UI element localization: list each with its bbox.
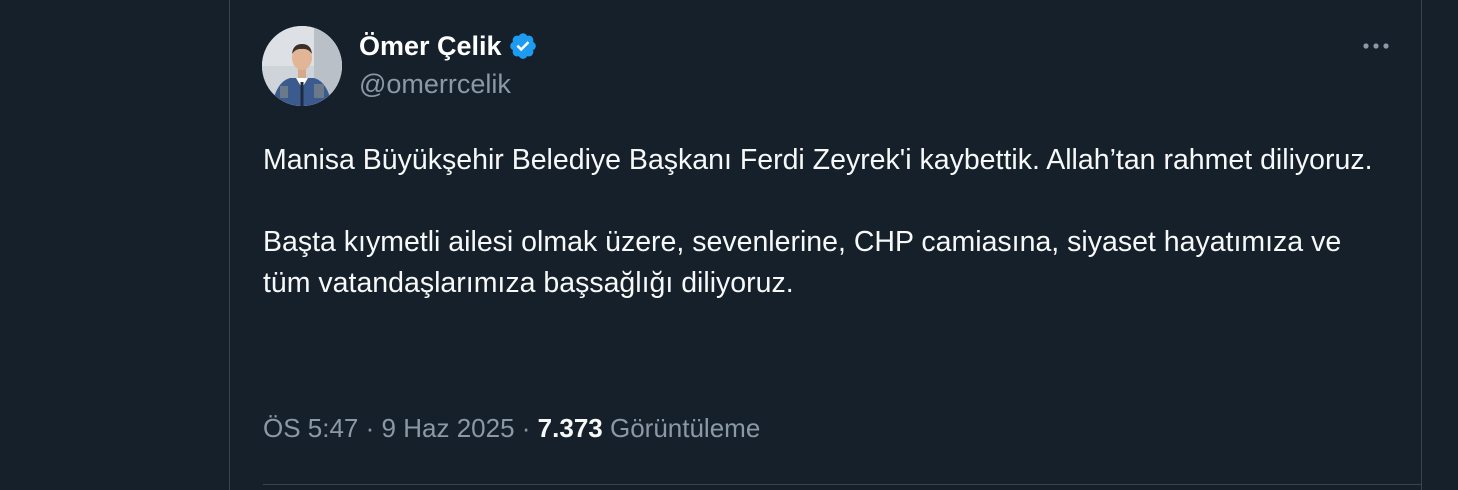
tweet-meta: ÖS 5:47 · 9 Haz 2025 · 7.373 Görüntüleme (263, 413, 760, 444)
views-label[interactable]: Görüntüleme (610, 413, 760, 443)
meta-separator: · (365, 413, 375, 443)
tweet-paragraph: Manisa Büyükşehir Belediye Başkanı Ferdi… (263, 144, 1373, 176)
author-name-row[interactable]: Ömer Çelik (359, 29, 538, 63)
timeline-column: Ömer Çelik @omerrcelik Manisa Büyükşehir… (229, 0, 1422, 490)
verified-badge-icon[interactable] (508, 31, 538, 61)
tweet-time[interactable]: ÖS 5:47 (263, 413, 358, 443)
author-display-name[interactable]: Ömer Çelik (359, 31, 502, 62)
avatar-photo (262, 26, 342, 106)
meta-separator: · (521, 413, 531, 443)
author-handle[interactable]: @omerrcelik (359, 69, 511, 100)
avatar[interactable] (262, 26, 342, 106)
tweet-text: Manisa Büyükşehir Belediye Başkanı Ferdi… (263, 140, 1393, 304)
divider (263, 484, 1421, 485)
views-count[interactable]: 7.373 (538, 413, 603, 443)
more-options-icon[interactable] (1359, 33, 1393, 59)
tweet-date[interactable]: 9 Haz 2025 (382, 413, 515, 443)
page: Ömer Çelik @omerrcelik Manisa Büyükşehir… (0, 0, 1458, 490)
tweet-paragraph: Başta kıymetli ailesi olmak üzere, seven… (263, 226, 1342, 299)
